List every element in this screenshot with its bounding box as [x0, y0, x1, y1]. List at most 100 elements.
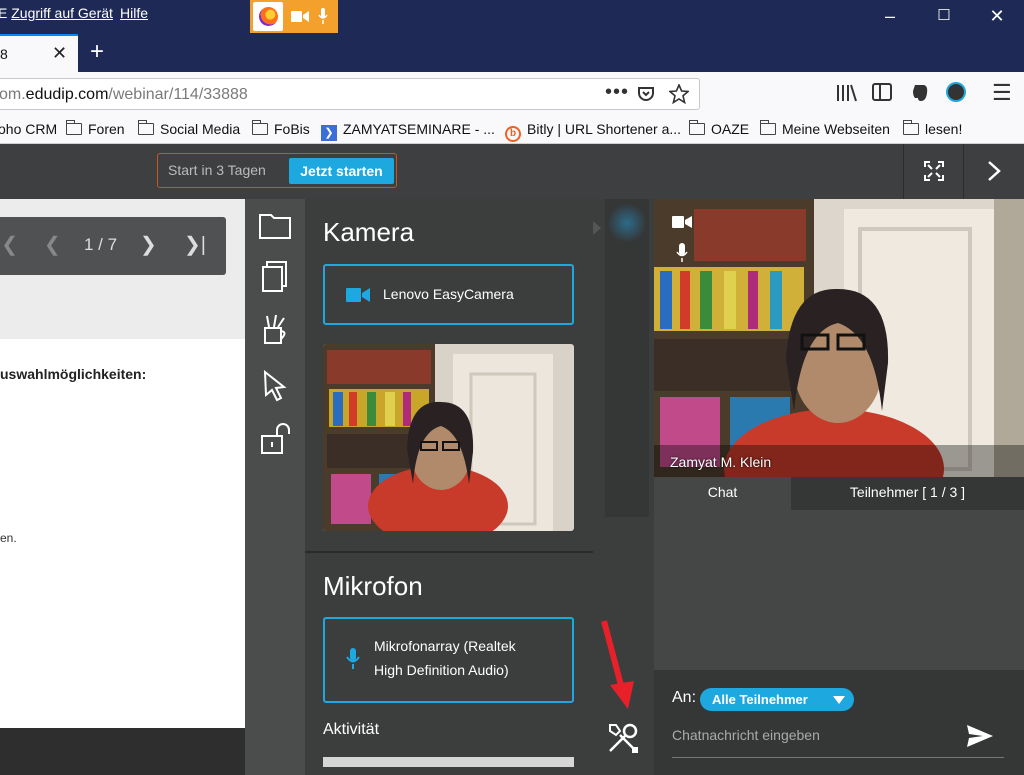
chevron-right-icon [987, 161, 1001, 181]
navigation-bar: om.edudip.com/webinar/114/33888 ••• ☰ [0, 72, 1024, 116]
slide-pager: |❮ ❮ 1 / 7 ❯ ❯| [0, 217, 226, 275]
chat-tabs: Chat Teilnehmer [ 1 / 3 ] [654, 477, 1024, 510]
microphone-icon [346, 648, 360, 669]
microphone-permission-icon [318, 8, 328, 24]
url-text: om.edudip.com/webinar/114/33888 [0, 86, 248, 103]
fullscreen-icon [923, 161, 944, 181]
webinar-topbar: Start in 3 Tagen Jetzt starten [0, 144, 1024, 199]
folder-icon [902, 120, 919, 135]
countdown-text: Start in 3 Tagen [168, 162, 266, 178]
folder-icon[interactable] [257, 207, 293, 243]
firefox-icon [253, 2, 283, 31]
next-page-icon[interactable]: ❯ [140, 232, 157, 257]
folder-icon [137, 120, 154, 135]
menu-tools[interactable]: E Zugriff auf Gerät [0, 5, 113, 21]
panel-divider [305, 551, 593, 553]
library-icon[interactable] [836, 83, 858, 103]
folder-icon [688, 120, 705, 135]
pen-cup-icon[interactable] [257, 312, 293, 348]
presentation-area: |❮ ❮ 1 / 7 ❯ ❯| uswahlmöglichkeiten: en. [0, 199, 245, 728]
folder-icon [65, 120, 82, 135]
collapse-panel-button[interactable] [963, 144, 1023, 199]
camera-select[interactable]: Lenovo EasyCamera [323, 264, 574, 325]
settings-tools-icon[interactable] [606, 721, 640, 755]
bookmark-social-media[interactable]: Social Media [137, 120, 240, 137]
bookmark-meine-webseiten[interactable]: Meine Webseiten [759, 120, 890, 137]
bookmark-oaze[interactable]: OAZE [688, 120, 749, 137]
last-page-icon[interactable]: ❯| [184, 232, 206, 257]
presenter-chat-panel: Zamyat M. Klein Chat Teilnehmer [ 1 / 3 … [654, 199, 1024, 775]
red-arrow-annotation [601, 620, 634, 709]
bookmark-foren[interactable]: Foren [65, 120, 125, 137]
evernote-icon[interactable] [910, 83, 930, 103]
recipient-label: An: [672, 689, 697, 706]
tab-strip: 8 ✕ + [0, 34, 1024, 72]
menu-help[interactable]: Hilfe [120, 5, 148, 21]
new-tab-button[interactable]: + [90, 38, 104, 66]
tab-participants[interactable]: Teilnehmer [ 1 / 3 ] [791, 477, 1024, 510]
tool-sidebar [245, 199, 305, 775]
send-icon[interactable] [967, 725, 993, 747]
page-indicator: 1 / 7 [84, 235, 118, 254]
participant-list-bar [605, 199, 649, 517]
microphone-device-line1: Mikrofonarray (Realtek [374, 638, 516, 654]
browser-tab[interactable]: 8 ✕ [0, 34, 78, 72]
bookmark-zamyatseminare[interactable]: ❯ ZAMYATSEMINARE - ... [321, 121, 495, 141]
microphone-heading: Mikrofon [323, 571, 423, 601]
tab-chat[interactable]: Chat [654, 477, 791, 510]
chevron-down-icon [833, 696, 845, 704]
pointer-icon[interactable] [257, 367, 293, 403]
bitly-icon: b [505, 126, 521, 142]
first-page-icon[interactable]: |❮ [0, 232, 18, 257]
extension-icon[interactable] [946, 82, 966, 102]
camera-device-name: Lenovo EasyCamera [383, 286, 514, 302]
permission-indicator[interactable] [250, 0, 338, 33]
bookmark-lesen[interactable]: lesen! [902, 120, 962, 137]
prev-page-icon[interactable]: ❮ [44, 232, 61, 257]
slide-text-heading: uswahlmöglichkeiten: [0, 366, 147, 382]
slide-text-line: en. [0, 531, 17, 545]
url-bar[interactable]: om.edudip.com/webinar/114/33888 ••• [0, 78, 700, 110]
chat-input-underline [672, 757, 1004, 758]
chat-input[interactable]: Chatnachricht eingeben [672, 727, 820, 743]
window-titlebar: E Zugriff auf Gerät Hilfe – ☐ ✕ [0, 0, 1024, 34]
chevron-right-icon[interactable] [593, 221, 601, 235]
start-now-button[interactable]: Jetzt starten [289, 158, 394, 184]
presenter-name: Zamyat M. Klein [670, 454, 772, 470]
tab-close-icon[interactable]: ✕ [52, 43, 67, 64]
recipient-select[interactable]: Alle Teilnehmer [700, 688, 854, 711]
page-actions-icon[interactable]: ••• [605, 81, 629, 104]
microphone-select[interactable]: Mikrofonarray (Realtek High Definition A… [323, 617, 574, 703]
minimize-button[interactable]: – [878, 6, 902, 27]
bookmarks-toolbar: oho CRM Foren Social Media FoBis ❯ ZAMYAT… [0, 116, 1024, 144]
bookmark-favicon-icon: ❯ [321, 125, 337, 141]
microphone-icon [676, 243, 688, 262]
video-camera-icon [346, 288, 370, 302]
bookmark-fobis[interactable]: FoBis [251, 120, 310, 137]
camera-preview [323, 344, 574, 531]
bookmark-crm[interactable]: oho CRM [0, 121, 57, 137]
microphone-device-line2: High Definition Audio) [374, 662, 509, 678]
camera-permission-icon [291, 11, 309, 22]
sidebar-icon[interactable] [872, 83, 892, 101]
video-camera-icon [672, 216, 692, 228]
fullscreen-button[interactable] [903, 144, 963, 199]
pocket-icon[interactable] [637, 85, 655, 103]
recipient-value: Alle Teilnehmer [712, 692, 808, 707]
activity-meter [323, 757, 574, 767]
documents-icon[interactable] [257, 259, 293, 295]
maximize-button[interactable]: ☐ [932, 6, 956, 24]
participant-strip [593, 199, 654, 775]
camera-preview-image [323, 344, 574, 531]
hamburger-menu-icon[interactable]: ☰ [992, 80, 1012, 106]
presenter-video-image [654, 199, 1024, 477]
close-window-button[interactable]: ✕ [985, 6, 1009, 27]
start-countdown-box: Start in 3 Tagen Jetzt starten [157, 153, 397, 188]
tab-title: 8 [0, 46, 8, 62]
bookmark-star-icon[interactable] [669, 84, 689, 104]
bookmark-bitly[interactable]: b Bitly | URL Shortener a... [505, 121, 681, 142]
folder-icon [759, 120, 776, 135]
unlock-icon[interactable] [257, 421, 293, 457]
folder-icon [251, 120, 268, 135]
chat-compose: An: Alle Teilnehmer Chatnachricht eingeb… [654, 670, 1024, 775]
